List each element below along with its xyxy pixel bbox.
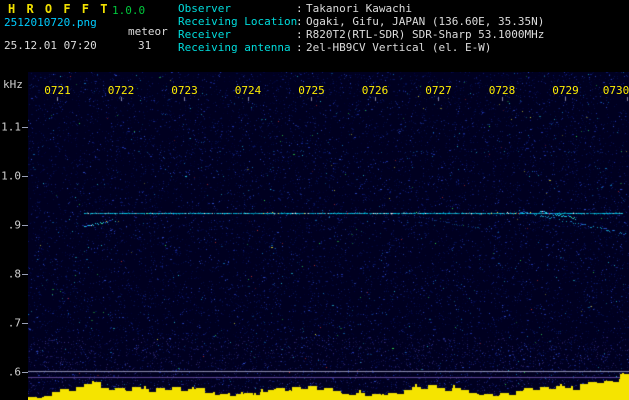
time-tick-label: 0724 <box>234 84 262 97</box>
output-filename: 2512010720.png <box>4 16 97 29</box>
time-tick-label: 0729 <box>552 84 579 97</box>
info-value: 2el-HB9CV Vertical (el. E-W) <box>306 41 492 54</box>
info-value: Takanori Kawachi <box>306 2 412 15</box>
datetime-label: 25.12.01 07:20 <box>4 39 97 52</box>
freq-tick-label: 1.0 <box>1 169 21 183</box>
time-tick-label: 0727 <box>425 84 452 97</box>
spectrogram: 0721 0722 0723 0724 0725 0726 0727 0728 0729 0730 <box>28 72 629 400</box>
frequency-axis-unit: kHz <box>3 78 23 91</box>
info-row-receiver: Receiver: R820T2(RTL-SDR) SDR-Sharp 53.10… <box>178 28 544 41</box>
time-tick-label: 0721 <box>44 84 71 97</box>
info-value: R820T2(RTL-SDR) SDR-Sharp 53.1000MHz <box>306 28 545 41</box>
info-label: Receiving Location <box>178 15 298 28</box>
freq-tick-label: .9 <box>7 218 21 232</box>
freq-tick-label: .8 <box>7 267 21 281</box>
info-label: Observer <box>178 2 231 15</box>
header: H R O F F T 1.0.0 2512010720.png meteor … <box>0 0 629 72</box>
freq-tick-label: 1.1 <box>1 120 21 134</box>
info-separator: : <box>296 41 303 54</box>
freq-tick-label: .6 <box>7 365 21 379</box>
info-label: Receiver <box>178 28 231 41</box>
time-tick-label: 0730 <box>602 84 629 97</box>
time-axis: 0721 0722 0723 0724 0725 0726 0727 0728 0729 0730 <box>28 72 629 112</box>
mode-label: meteor <box>128 25 168 38</box>
app-title: H R O F F T <box>8 2 110 16</box>
info-separator: : <box>296 2 303 15</box>
time-tick-label: 0725 <box>298 84 325 97</box>
meteor-count: 31 <box>138 39 152 52</box>
info-value: Ogaki, Gifu, JAPAN (136.60E, 35.35N) <box>306 15 545 28</box>
info-separator: : <box>296 15 303 28</box>
time-tick-label: 0726 <box>361 84 389 97</box>
station-info: Observer: Takanori Kawachi Receiving Loca… <box>178 2 544 54</box>
frequency-axis: kHz 1.1 1.0 .9 .8 .7 .6 <box>0 72 28 400</box>
info-row-observer: Observer: Takanori Kawachi <box>178 2 544 15</box>
time-tick-label: 0728 <box>488 84 516 97</box>
time-tick-label: 0722 <box>107 84 135 97</box>
spectrogram-canvas <box>28 72 629 400</box>
time-tick-label: 0723 <box>171 84 198 97</box>
freq-tick-label: .7 <box>7 316 21 330</box>
app-version: 1.0.0 <box>112 4 146 17</box>
info-separator: : <box>296 28 303 41</box>
info-row-location: Receiving Location: Ogaki, Gifu, JAPAN (1… <box>178 15 544 28</box>
info-label: Receiving antenna <box>178 41 291 54</box>
info-row-antenna: Receiving antenna:2el-HB9CV Vertical (el… <box>178 41 544 54</box>
